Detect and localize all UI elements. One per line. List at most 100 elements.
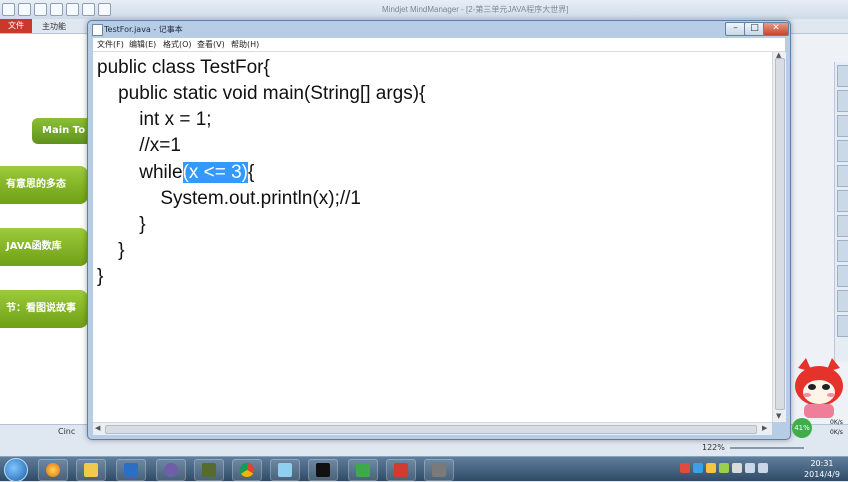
scroll-right-icon[interactable]: ▶ xyxy=(762,424,767,432)
code-line-3: int x = 1; xyxy=(97,109,212,130)
save-icon[interactable] xyxy=(50,3,63,16)
sheet-tab[interactable]: Cinc xyxy=(58,427,75,436)
rail-button[interactable] xyxy=(837,165,848,187)
code-while-keyword: while xyxy=(97,162,183,183)
rail-button[interactable] xyxy=(837,240,848,262)
taskbar-app[interactable] xyxy=(348,459,378,481)
rail-button[interactable] xyxy=(837,290,848,312)
print-icon[interactable] xyxy=(66,3,79,16)
taskbar-app[interactable] xyxy=(232,459,262,481)
zoom-level: 122% xyxy=(702,443,725,452)
tool-icon xyxy=(432,463,446,477)
code-line-5: while(x <= 3){ xyxy=(97,161,254,185)
network-icon[interactable] xyxy=(745,463,755,473)
taskbar-app[interactable] xyxy=(308,459,338,481)
undo-icon[interactable] xyxy=(82,3,95,16)
redo-icon[interactable] xyxy=(98,3,111,16)
taskbar-app[interactable] xyxy=(76,459,106,481)
rail-button[interactable] xyxy=(837,65,848,87)
menu-help[interactable]: 帮助(H) xyxy=(231,39,259,50)
tab-main[interactable]: 主功能 xyxy=(42,20,66,33)
notepad-icon xyxy=(92,24,103,36)
vertical-scrollbar[interactable]: ▲ ▼ xyxy=(772,51,786,422)
code-line-6: System.out.println(x);//1 xyxy=(97,188,361,209)
maximize-button[interactable]: □ xyxy=(744,22,765,36)
new-icon[interactable] xyxy=(18,3,31,16)
system-tray xyxy=(680,463,768,475)
selected-text[interactable]: (x <= 3) xyxy=(182,162,249,183)
side-panel-rail xyxy=(834,62,848,362)
horizontal-scroll-thumb[interactable] xyxy=(105,425,757,434)
app-icon[interactable] xyxy=(2,3,15,16)
code-line-2: public static void main(String[] args){ xyxy=(97,83,426,104)
volume-icon[interactable] xyxy=(758,463,768,473)
mindmanager-icon xyxy=(394,463,408,477)
rail-button[interactable] xyxy=(837,115,848,137)
taskbar-app[interactable] xyxy=(38,459,68,481)
rail-button[interactable] xyxy=(837,190,848,212)
menu-bar: 文件(F) 编辑(E) 格式(O) 查看(V) 帮助(H) xyxy=(93,38,785,52)
code-line-4: //x=1 xyxy=(97,135,181,156)
open-icon[interactable] xyxy=(34,3,47,16)
taskbar-clock[interactable]: 20:31 2014/4/9 xyxy=(800,458,844,480)
code-line-1: public class TestFor{ xyxy=(97,57,270,78)
chrome-icon xyxy=(240,463,254,477)
topic-picture-story[interactable]: 节：看图说故事 xyxy=(0,290,88,328)
text-editor-area[interactable]: public class TestFor{ public static void… xyxy=(93,52,772,422)
zoom-slider[interactable] xyxy=(730,447,804,449)
rail-button[interactable] xyxy=(837,90,848,112)
net-download: 0K/s xyxy=(830,429,843,436)
tray-icon[interactable] xyxy=(693,463,703,473)
taskbar-app[interactable] xyxy=(270,459,300,481)
close-button[interactable]: ✕ xyxy=(763,22,789,36)
notepad-window: TestFor.java - 记事本 – □ ✕ 文件(F) 编辑(E) 格式(… xyxy=(87,20,791,440)
code-line-9: } xyxy=(97,266,104,287)
rail-button[interactable] xyxy=(837,215,848,237)
menu-edit[interactable]: 编辑(E) xyxy=(129,39,156,50)
flag-icon[interactable] xyxy=(732,463,742,473)
topic-java-library[interactable]: JAVA函数库 xyxy=(0,228,88,266)
scroll-down-icon[interactable]: ▼ xyxy=(776,412,781,420)
tray-icon[interactable] xyxy=(719,463,729,473)
terminal-icon xyxy=(316,463,330,477)
code-open-brace: { xyxy=(248,162,255,183)
code-line-8: } xyxy=(97,240,125,261)
mindmanager-titlebar: Mindjet MindManager - [2-第三单元JAVA程序大世界] xyxy=(0,0,848,19)
vertical-scroll-thumb[interactable] xyxy=(775,58,785,410)
scroll-left-icon[interactable]: ◀ xyxy=(95,424,100,432)
minimize-button[interactable]: – xyxy=(725,22,746,36)
clock-time: 20:31 xyxy=(810,459,834,468)
code-line-7: } xyxy=(97,214,146,235)
topic-polymorphism[interactable]: 有意思的多态 xyxy=(0,166,88,204)
security-icon xyxy=(356,463,370,477)
taskbar-app[interactable] xyxy=(194,459,224,481)
notepad-titlebar[interactable]: TestFor.java - 记事本 – □ ✕ xyxy=(88,21,790,37)
file-tab[interactable]: 文件 xyxy=(0,19,32,33)
menu-format[interactable]: 格式(O) xyxy=(163,39,192,50)
rail-button[interactable] xyxy=(837,140,848,162)
menu-view[interactable]: 查看(V) xyxy=(197,39,225,50)
notepad-icon xyxy=(278,463,292,477)
rail-button[interactable] xyxy=(837,265,848,287)
taskbar-app[interactable] xyxy=(116,459,146,481)
net-percent: 41% xyxy=(792,418,812,438)
quick-access-toolbar xyxy=(2,3,111,16)
taskbar-app[interactable] xyxy=(386,459,416,481)
taskbar-app[interactable] xyxy=(156,459,186,481)
taskbar: 20:31 2014/4/9 xyxy=(0,456,848,482)
tray-icon[interactable] xyxy=(680,463,690,473)
rail-button[interactable] xyxy=(837,315,848,337)
notepad-title: TestFor.java - 记事本 xyxy=(104,25,183,34)
mindmanager-title: Mindjet MindManager - [2-第三单元JAVA程序大世界] xyxy=(382,5,569,14)
net-upload: 0K/s xyxy=(830,419,843,426)
tray-icon[interactable] xyxy=(706,463,716,473)
media-icon xyxy=(46,463,60,477)
fox-mascot-icon[interactable] xyxy=(792,358,846,420)
horizontal-scrollbar[interactable]: ◀ ▶ xyxy=(93,422,772,435)
menu-file[interactable]: 文件(F) xyxy=(97,39,124,50)
network-meter[interactable]: 41% 0K/s 0K/s xyxy=(792,418,848,440)
clock-date: 2014/4/9 xyxy=(804,470,840,479)
recorder-icon xyxy=(202,463,216,477)
start-button[interactable] xyxy=(4,458,28,482)
taskbar-app[interactable] xyxy=(424,459,454,481)
